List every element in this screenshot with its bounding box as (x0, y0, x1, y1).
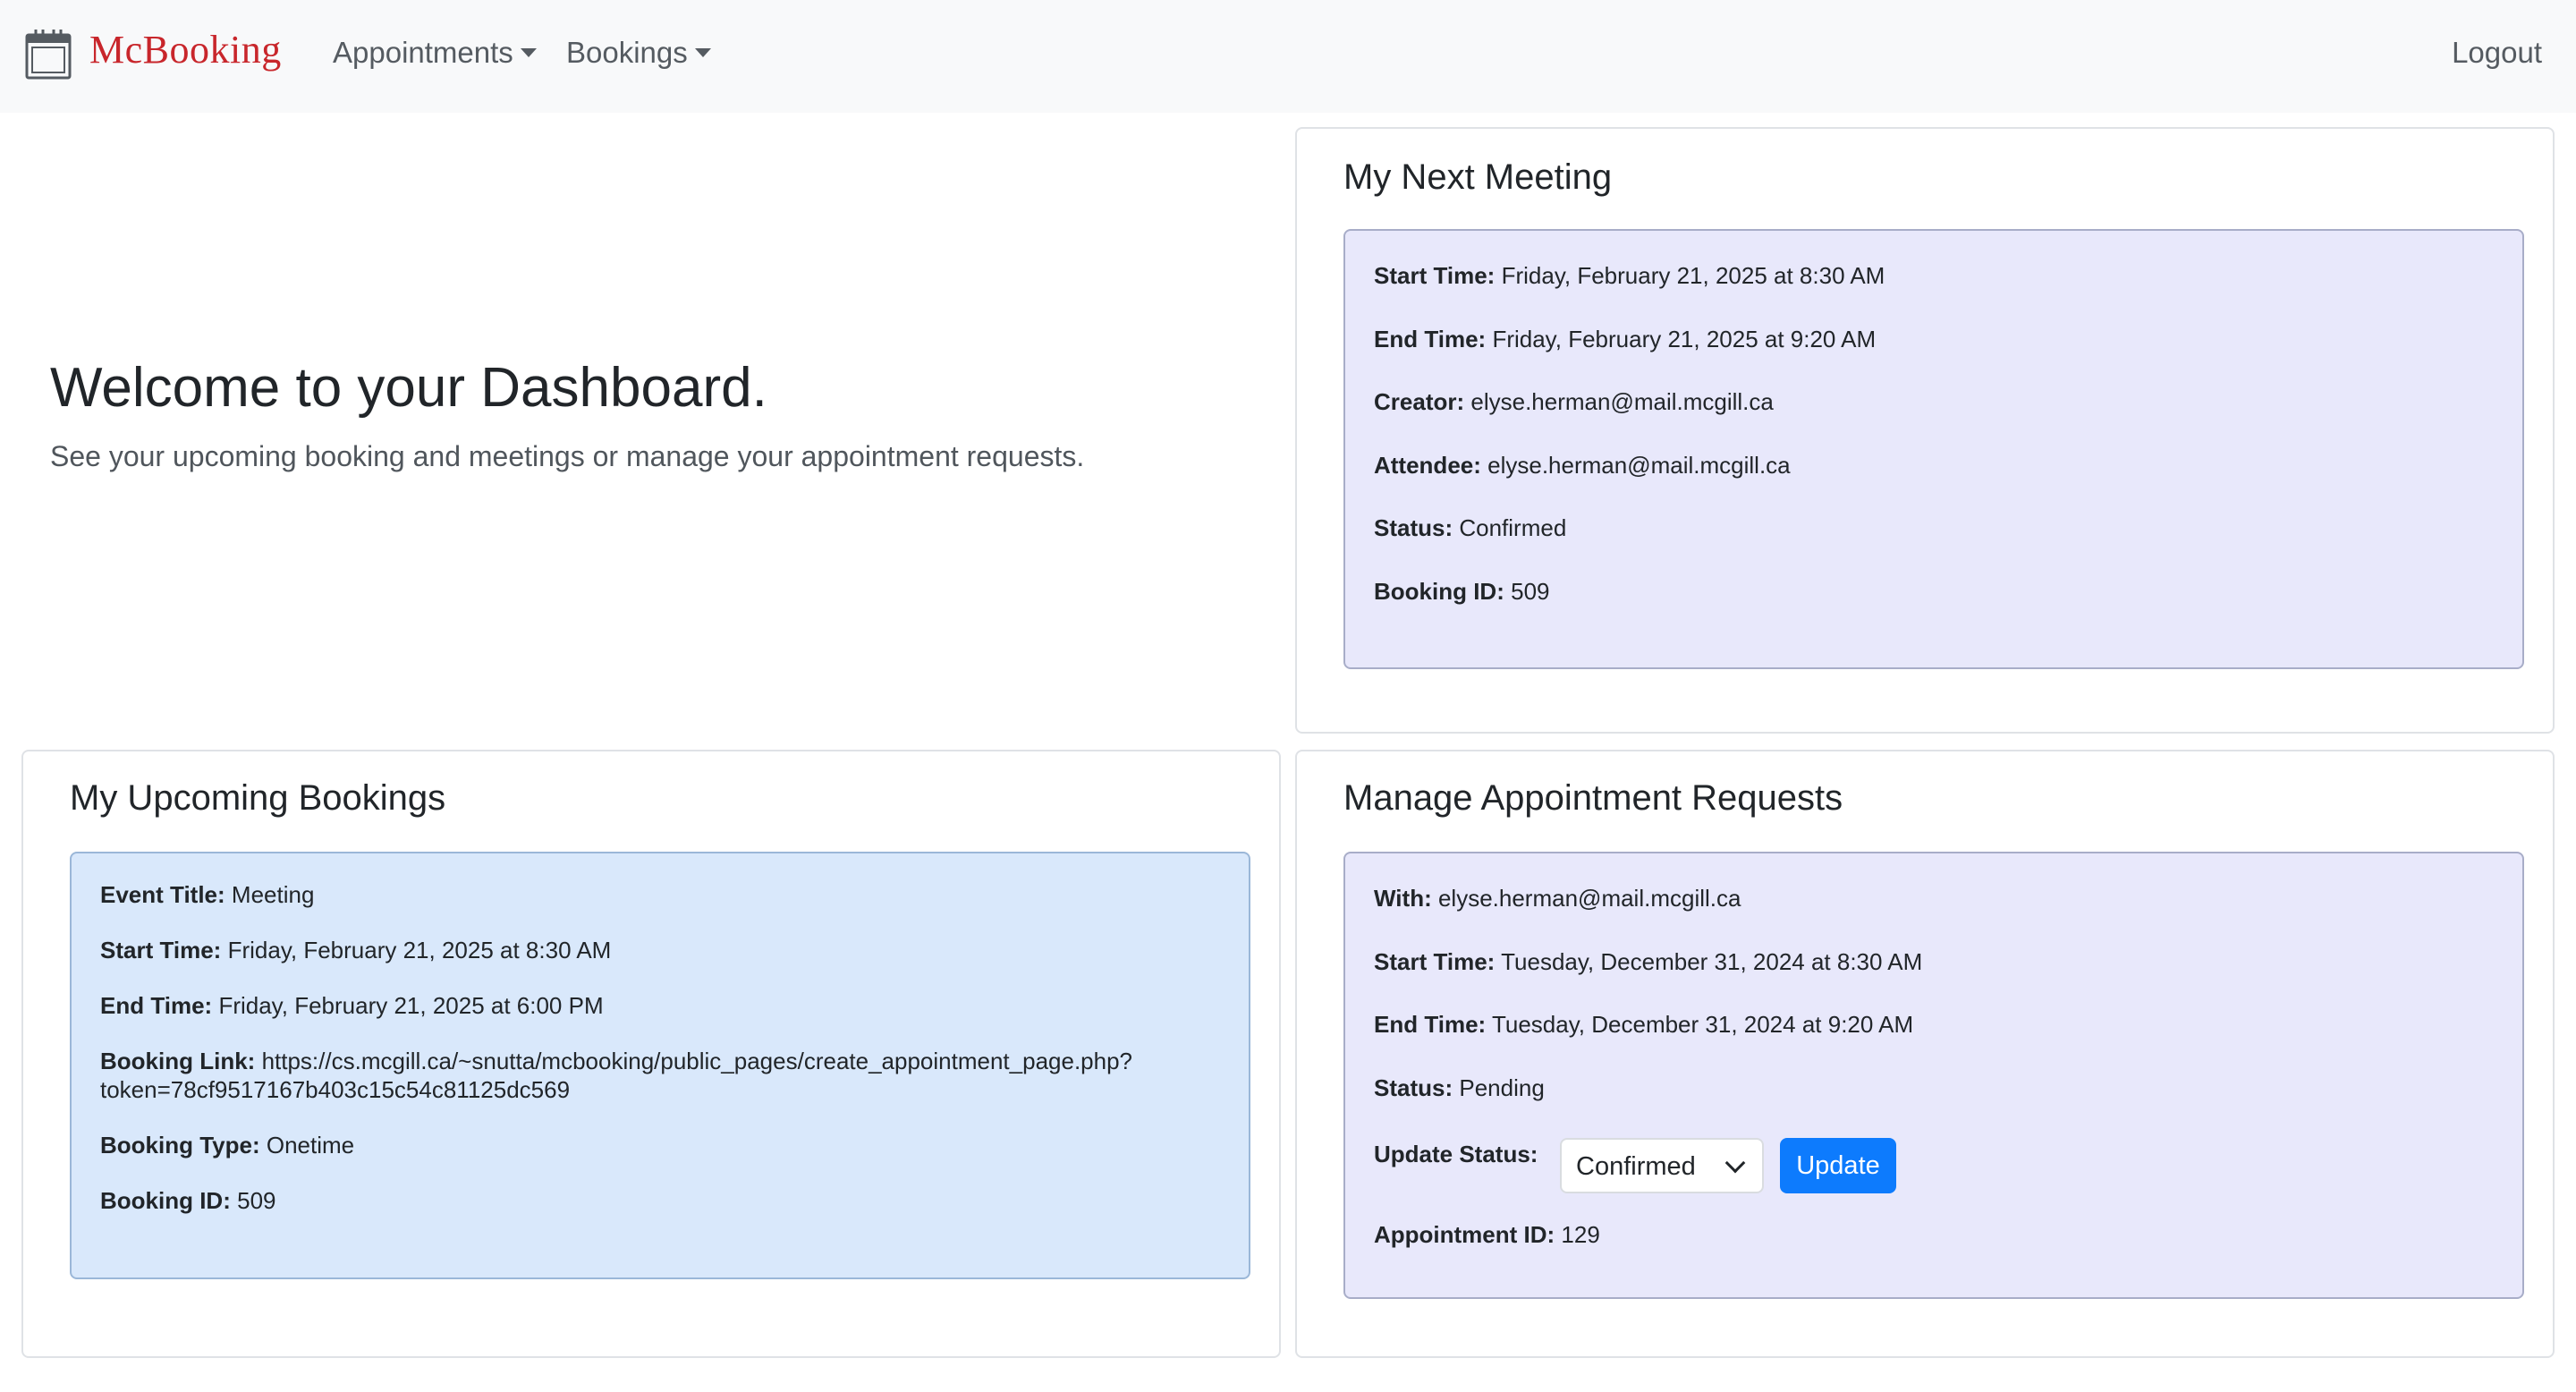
meeting-status: Status: Confirmed (1374, 514, 1567, 541)
update-status-label: Update Status: (1374, 1141, 1538, 1167)
booking-type: Booking Type: Onetime (100, 1132, 355, 1159)
manage-requests-title: Manage Appointment Requests (1343, 778, 1843, 818)
meeting-start-time: Start Time: Friday, February 21, 2025 at… (1374, 262, 1885, 289)
status-select-value: Confirmed (1576, 1152, 1696, 1181)
chevron-down-icon (1724, 1152, 1746, 1174)
meeting-attendee: Attendee: elyse.herman@mail.mcgill.ca (1374, 452, 1791, 479)
appointments-dropdown[interactable]: Appointments (333, 36, 537, 70)
bookings-dropdown[interactable]: Bookings (566, 36, 711, 70)
update-button[interactable]: Update (1780, 1138, 1896, 1193)
request-with: With: elyse.herman@mail.mcgill.ca (1374, 885, 1741, 912)
manage-requests-card: Manage Appointment Requests With: elyse.… (1295, 750, 2555, 1358)
request-status: Status: Pending (1374, 1074, 1545, 1101)
bookings-label: Bookings (566, 36, 688, 69)
booking-end-time: End Time: Friday, February 21, 2025 at 6… (100, 992, 604, 1019)
meeting-end-time: End Time: Friday, February 21, 2025 at 9… (1374, 326, 1877, 352)
upcoming-bookings-card: My Upcoming Bookings Event Title: Meetin… (21, 750, 1281, 1358)
booking-event-title: Event Title: Meeting (100, 881, 315, 908)
booking-details: Event Title: Meeting Start Time: Friday,… (70, 852, 1250, 1279)
booking-link[interactable]: Booking Link: https://cs.mcgill.ca/~snut… (100, 1047, 1132, 1104)
next-meeting-card: My Next Meeting Start Time: Friday, Febr… (1295, 127, 2555, 734)
meeting-booking-id: Booking ID: 509 (1374, 578, 1550, 605)
calendar-icon (25, 30, 72, 80)
caret-down-icon (694, 48, 711, 57)
brand-name[interactable]: McBooking (89, 27, 282, 72)
next-meeting-title: My Next Meeting (1343, 157, 1613, 197)
request-end-time: End Time: Tuesday, December 31, 2024 at … (1374, 1011, 1914, 1038)
page-title: Welcome to your Dashboard. (50, 357, 767, 419)
request-details: With: elyse.herman@mail.mcgill.ca Start … (1343, 852, 2524, 1299)
next-meeting-details: Start Time: Friday, February 21, 2025 at… (1343, 229, 2524, 669)
appointment-id: Appointment ID: 129 (1374, 1221, 1600, 1248)
caret-down-icon (520, 48, 537, 57)
upcoming-bookings-title: My Upcoming Bookings (70, 778, 446, 818)
meeting-creator: Creator: elyse.herman@mail.mcgill.ca (1374, 388, 1774, 415)
booking-start-time: Start Time: Friday, February 21, 2025 at… (100, 937, 612, 963)
logout-link[interactable]: Logout (2452, 36, 2542, 70)
request-start-time: Start Time: Tuesday, December 31, 2024 a… (1374, 948, 1923, 975)
page-subtitle: See your upcoming booking and meetings o… (50, 440, 1085, 472)
booking-id: Booking ID: 509 (100, 1187, 276, 1214)
status-select[interactable]: Confirmed (1560, 1138, 1764, 1193)
navbar: McBooking Appointments Bookings Logout (0, 0, 2576, 113)
appointments-label: Appointments (333, 36, 513, 69)
